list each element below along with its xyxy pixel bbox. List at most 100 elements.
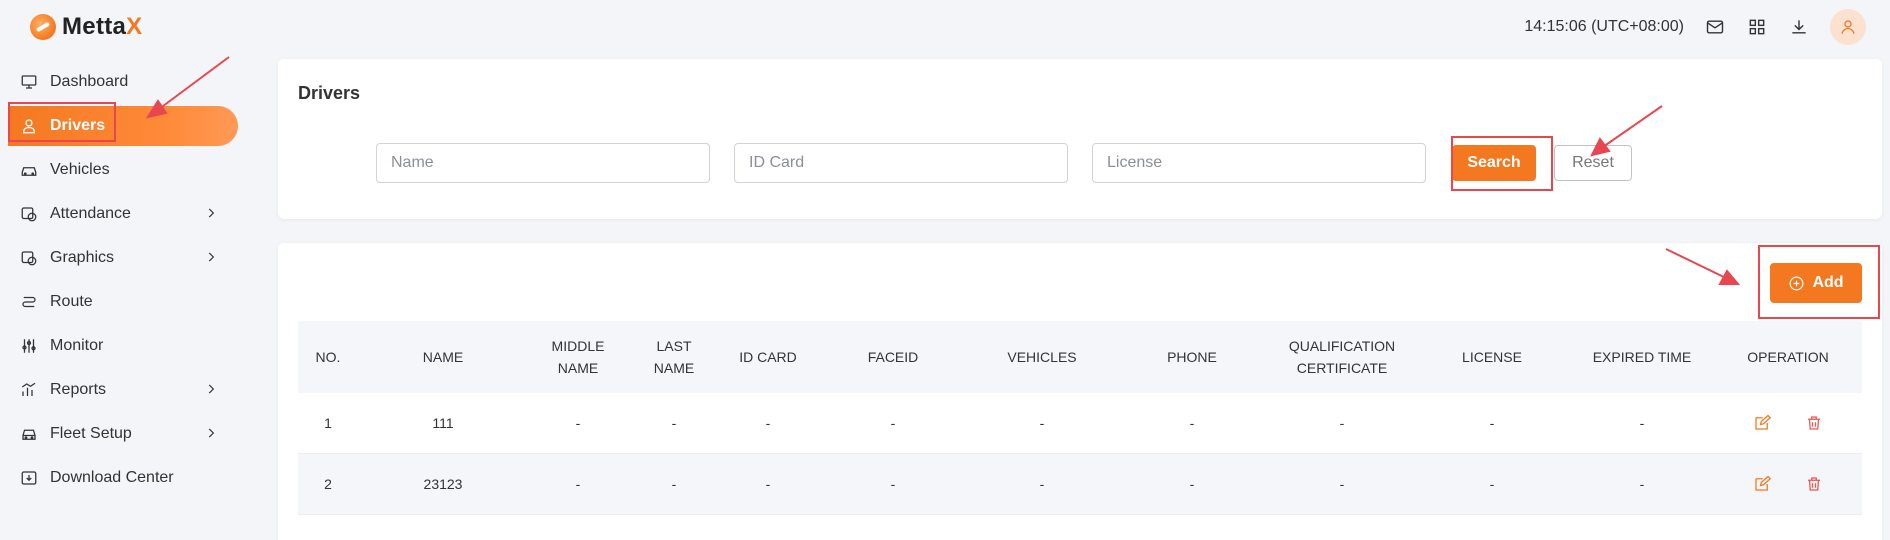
cell-faceid: -	[890, 415, 896, 431]
drivers-table-panel: Add NO. NAME MIDDLE NAME LAST NAME ID CARD…	[278, 243, 1882, 540]
search-panel: Drivers Search Reset	[278, 59, 1882, 219]
sidebar-item-monitor[interactable]: Monitor	[8, 326, 238, 366]
cell-name: 111	[432, 415, 454, 431]
sidebar-item-label: Attendance	[50, 205, 131, 222]
col-header-faceid: FACEID	[867, 349, 919, 365]
cell-expired-time: -	[1639, 476, 1645, 492]
col-header-name: NAME	[422, 349, 464, 365]
add-button[interactable]: Add	[1770, 263, 1862, 303]
cell-name: 23123	[423, 476, 463, 492]
cell-license: -	[1489, 476, 1495, 492]
trash-icon[interactable]	[1805, 475, 1823, 493]
cell-expired-time: -	[1639, 415, 1645, 431]
cell-license: -	[1489, 415, 1495, 431]
mail-icon[interactable]	[1704, 16, 1726, 38]
sidebar-item-reports[interactable]: Reports	[8, 370, 238, 410]
monitor-icon	[21, 75, 37, 89]
col-header-id-card: ID CARD	[739, 349, 797, 365]
drivers-table: NO. NAME MIDDLE NAME LAST NAME ID CARD FAC…	[298, 321, 1862, 515]
car-icon	[21, 167, 37, 176]
col-header-phone: PHONE	[1167, 349, 1217, 365]
sidebar-item-route[interactable]: Route	[8, 282, 238, 322]
col-header-middle-name: MIDDLE NAME	[551, 338, 605, 376]
top-right-tools: 14:15:06 (UTC+08:00)	[1524, 9, 1866, 45]
col-header-no: NO.	[315, 349, 341, 365]
edit-icon[interactable]	[1753, 475, 1772, 493]
top-bar: MettaX 14:15:06 (UTC+08:00)	[0, 0, 1890, 54]
cell-vehicles: -	[1039, 476, 1045, 492]
sidebar-item-graphics[interactable]: Graphics	[8, 238, 238, 278]
cell-id-card: -	[765, 415, 771, 431]
chevron-right-icon	[204, 382, 218, 396]
cell-qualification: -	[1339, 415, 1345, 431]
chevron-right-icon	[204, 206, 218, 220]
sidebar-item-label: Dashboard	[50, 73, 129, 90]
sidebar-item-label: Graphics	[50, 249, 115, 266]
table-row: 1 111 - - - - - - - - -	[298, 393, 1862, 454]
cell-last-name: -	[671, 476, 677, 492]
sidebar-item-attendance[interactable]: Attendance	[8, 194, 238, 234]
cell-phone: -	[1189, 476, 1195, 492]
sidebar-item-vehicles[interactable]: Vehicles	[8, 150, 238, 190]
name-input[interactable]	[376, 143, 710, 183]
edit-icon[interactable]	[1753, 414, 1772, 432]
col-header-license: LICENSE	[1462, 349, 1522, 365]
add-button-label: Add	[1812, 274, 1844, 291]
sidebar-item-fleet-setup[interactable]: Fleet Setup	[8, 414, 238, 454]
route-icon	[22, 296, 36, 308]
plus-circle-icon	[1789, 276, 1804, 290]
bar-chart-icon	[21, 382, 36, 396]
sidebar-item-label: Reports	[50, 381, 107, 398]
cell-operation	[1714, 454, 1862, 515]
brand-name: MettaX	[62, 13, 143, 40]
sidebar-item-label: Drivers	[50, 117, 106, 134]
chevron-right-icon	[204, 426, 218, 440]
clock-display: 14:15:06 (UTC+08:00)	[1524, 18, 1684, 35]
cell-qualification: -	[1339, 476, 1345, 492]
col-header-vehicles: VEHICLES	[1007, 349, 1077, 365]
sidebar-item-download-center[interactable]: Download Center	[8, 458, 238, 498]
cell-no: 1	[324, 415, 332, 431]
chevron-right-icon	[204, 250, 218, 264]
brand-mark-icon	[30, 14, 56, 40]
cell-no: 2	[324, 476, 332, 492]
page-title: Drivers	[298, 83, 361, 103]
sidebar-item-dashboard[interactable]: Dashboard	[8, 62, 238, 102]
apps-grid-icon[interactable]	[1746, 16, 1768, 38]
brand-logo[interactable]: MettaX	[30, 12, 142, 42]
cell-operation	[1714, 393, 1862, 454]
avatar-user-icon	[1841, 20, 1855, 34]
cell-middle-name: -	[575, 476, 581, 492]
cell-phone: -	[1189, 415, 1195, 431]
cell-vehicles: -	[1039, 415, 1045, 431]
clock-calendar-icon	[21, 207, 37, 222]
col-header-expired-time: EXPIRED TIME	[1592, 349, 1692, 365]
sidebar-item-label: Vehicles	[50, 161, 110, 178]
download-icon[interactable]	[1788, 16, 1810, 38]
sidebar-item-label: Route	[50, 293, 93, 310]
chart-circle-icon	[21, 251, 37, 266]
user-avatar[interactable]	[1830, 9, 1866, 45]
reset-button[interactable]: Reset	[1554, 145, 1632, 181]
cell-middle-name: -	[575, 415, 581, 431]
col-header-qualification: QUALIFICATION CERTIFICATE	[1288, 338, 1396, 376]
sidebar-item-label: Download Center	[50, 469, 174, 486]
table-row: 2 23123 - - - - - - - - -	[298, 453, 1862, 515]
col-header-last-name: LAST NAME	[653, 338, 695, 376]
sliders-icon	[22, 339, 36, 353]
sidebar-item-label: Fleet Setup	[50, 425, 132, 442]
cell-id-card: -	[765, 476, 771, 492]
vehicle-front-icon	[22, 429, 36, 440]
search-button[interactable]: Search	[1452, 145, 1536, 181]
col-header-operation: OPERATION	[1747, 349, 1829, 365]
license-input[interactable]	[1092, 143, 1426, 183]
cell-faceid: -	[890, 476, 896, 492]
cell-last-name: -	[671, 415, 677, 431]
sidebar-item-drivers[interactable]: Drivers	[8, 106, 238, 146]
sidebar-item-label: Monitor	[50, 337, 104, 354]
trash-icon[interactable]	[1805, 414, 1823, 432]
id-card-input[interactable]	[734, 143, 1068, 183]
user-icon	[23, 119, 35, 134]
download-box-icon	[21, 471, 37, 485]
table-header-row: NO. NAME MIDDLE NAME LAST NAME ID CARD FAC…	[298, 321, 1862, 393]
